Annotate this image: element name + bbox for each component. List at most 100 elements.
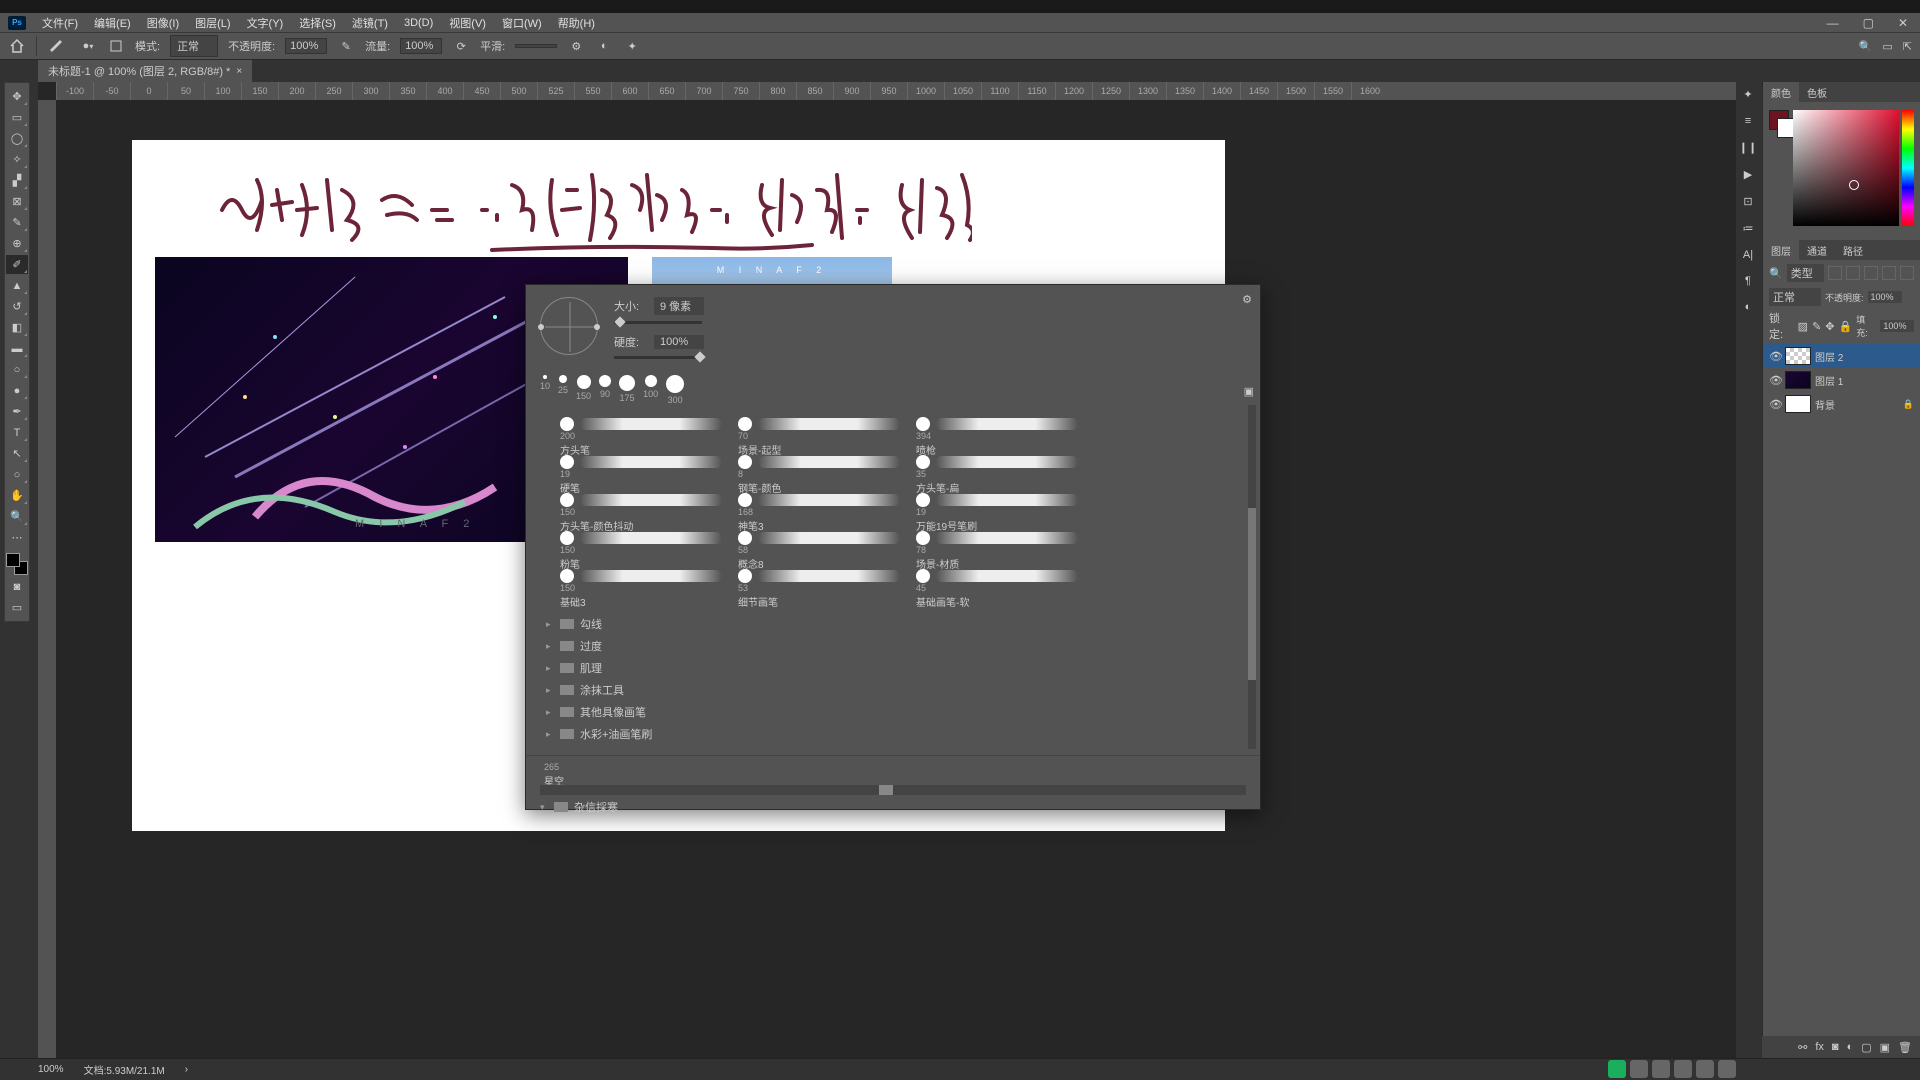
workspace-icon[interactable]: ▭ [1882,40,1892,53]
panel-icon[interactable]: ❙❙ [1739,141,1757,154]
brush-folder[interactable]: ▸其他具像画笔 [546,701,1240,723]
fill-input[interactable]: 100% [1880,320,1914,332]
tab-paths[interactable]: 路径 [1835,240,1871,260]
delete-icon[interactable]: 🗑 [1898,1041,1912,1054]
tab-close-icon[interactable]: × [236,66,242,77]
saturation-field[interactable] [1793,110,1899,226]
menu-type[interactable]: 文字(Y) [241,13,290,33]
layer-blend-select[interactable]: 正常 [1769,288,1821,306]
panel-icon[interactable]: ▶ [1744,168,1752,181]
ruler-horizontal[interactable]: -100-50050100150200250300350400450500525… [56,82,1736,100]
lock-paint-icon[interactable]: ✎ [1812,320,1821,333]
screen-mode-icon[interactable]: ▭ [6,598,28,617]
brush-item[interactable]: 8钢笔-颜色 [734,453,904,489]
eraser-tool[interactable]: ◧ [6,318,28,337]
move-tool[interactable]: ✥ [6,87,28,106]
brush-item[interactable]: 19万能19号笔刷 [912,491,1082,527]
size-input[interactable]: 9 像素 [654,297,704,315]
search-icon[interactable]: 🔍 [1859,40,1873,53]
menu-3d[interactable]: 3D(D) [398,15,439,31]
brush-item[interactable]: 19硬笔 [556,453,726,489]
panel-icon[interactable]: A| [1743,249,1753,261]
flow-input[interactable]: 100% [400,38,442,54]
pressure-opacity-icon[interactable]: ✎ [337,37,355,55]
layer-row[interactable]: 👁图层 2 [1763,344,1920,368]
marquee-tool[interactable]: ▭ [6,108,28,127]
size-slider[interactable] [614,321,702,324]
blur-tool[interactable]: ○ [6,360,28,379]
link-layers-icon[interactable]: ⚯ [1798,1041,1807,1054]
menu-layer[interactable]: 图层(L) [189,13,236,33]
tray-icon[interactable] [1608,1060,1626,1078]
text-tool[interactable]: T [6,423,28,442]
layer-row[interactable]: 👁背景🔒 [1763,392,1920,416]
hardness-input[interactable]: 100% [654,335,704,349]
gear-icon[interactable]: ⚙ [567,37,585,55]
brush-item[interactable]: 394喷枪 [912,415,1082,451]
brush-item[interactable]: 53细节画笔 [734,567,904,603]
visibility-icon[interactable]: 👁 [1769,350,1781,363]
brush-folder[interactable]: ▸涂抹工具 [546,679,1240,701]
tray-icon[interactable] [1630,1060,1648,1078]
panel-icon[interactable]: ⊡ [1743,195,1752,208]
menu-image[interactable]: 图像(I) [141,13,185,33]
lock-trans-icon[interactable]: ▨ [1798,320,1808,333]
menu-window[interactable]: 窗口(W) [496,13,548,33]
smooth-input[interactable] [515,44,557,48]
minimize-icon[interactable]: — [1821,14,1845,32]
hardness-slider[interactable] [614,356,702,359]
brush-item[interactable]: 150方头笔-颜色抖动 [556,491,726,527]
brush-size-preset[interactable]: 100 [643,375,658,405]
maximize-icon[interactable]: ▢ [1857,14,1880,32]
menu-file[interactable]: 文件(F) [36,13,84,33]
brush-list-scrollbar[interactable] [1248,405,1256,749]
pressure-size-icon[interactable]: ◐ [595,37,613,55]
brush-folder[interactable]: ▸过度 [546,635,1240,657]
brush-item[interactable]: 150粉笔 [556,529,726,565]
brush-size-preset[interactable]: 10 [540,375,550,405]
collapse-panel-icon[interactable]: ▣ [1244,385,1254,398]
layer-opacity-input[interactable]: 100% [1868,291,1902,303]
color-swatches[interactable] [6,553,28,575]
menu-help[interactable]: 帮助(H) [552,13,601,33]
quick-mask-icon[interactable]: ◙ [6,577,28,596]
mask-icon[interactable]: ◙ [1832,1041,1839,1053]
brush-item[interactable]: 58概念8 [734,529,904,565]
symmetry-icon[interactable]: ✦ [623,37,641,55]
tab-swatches[interactable]: 色板 [1799,82,1835,102]
tab-color[interactable]: 颜色 [1763,82,1799,102]
share-icon[interactable]: ⇱ [1903,40,1912,53]
eyedropper-tool[interactable]: ✎ [6,213,28,232]
tray-icon[interactable] [1652,1060,1670,1078]
brush-size-preset[interactable]: 90 [599,375,611,405]
airbrush-icon[interactable]: ⟳ [452,37,470,55]
shape-tool[interactable]: ○ [6,465,28,484]
home-icon[interactable] [8,37,26,55]
filter-type-icon[interactable] [1864,266,1878,280]
brush-tool[interactable]: ✐ [6,255,28,274]
brush-angle-widget[interactable] [540,297,598,355]
panel-icon[interactable]: ¶ [1745,275,1751,287]
brush-folder[interactable]: ▸勾线 [546,613,1240,635]
zoom-tool[interactable]: 🔍 [6,507,28,526]
brush-size-preset[interactable]: 175 [619,375,635,405]
panel-scrollbar[interactable] [540,785,1246,795]
new-layer-icon[interactable]: ▣ [1880,1041,1890,1054]
tab-channels[interactable]: 通道 [1799,240,1835,260]
fx-icon[interactable]: fx [1815,1041,1824,1053]
menu-select[interactable]: 选择(S) [293,13,342,33]
lock-all-icon[interactable]: 🔒 [1839,320,1853,333]
menu-view[interactable]: 视图(V) [443,13,492,33]
brush-tool-icon[interactable] [47,35,69,57]
adjustment-icon[interactable]: ◐ [1847,1041,1854,1053]
brush-item[interactable]: 78场景-材质 [912,529,1082,565]
brush-size-preset[interactable]: 25 [558,375,568,405]
brush-item[interactable]: 70场景-起型 [734,415,904,451]
layer-row[interactable]: 👁图层 1 [1763,368,1920,392]
lock-pos-icon[interactable]: ✥ [1825,320,1834,333]
filter-smart-icon[interactable] [1900,266,1914,280]
brush-item[interactable]: 200方头笔 [556,415,726,451]
dodge-tool[interactable]: ● [6,381,28,400]
history-brush-tool[interactable]: ↺ [6,297,28,316]
visibility-icon[interactable]: 👁 [1769,398,1781,411]
